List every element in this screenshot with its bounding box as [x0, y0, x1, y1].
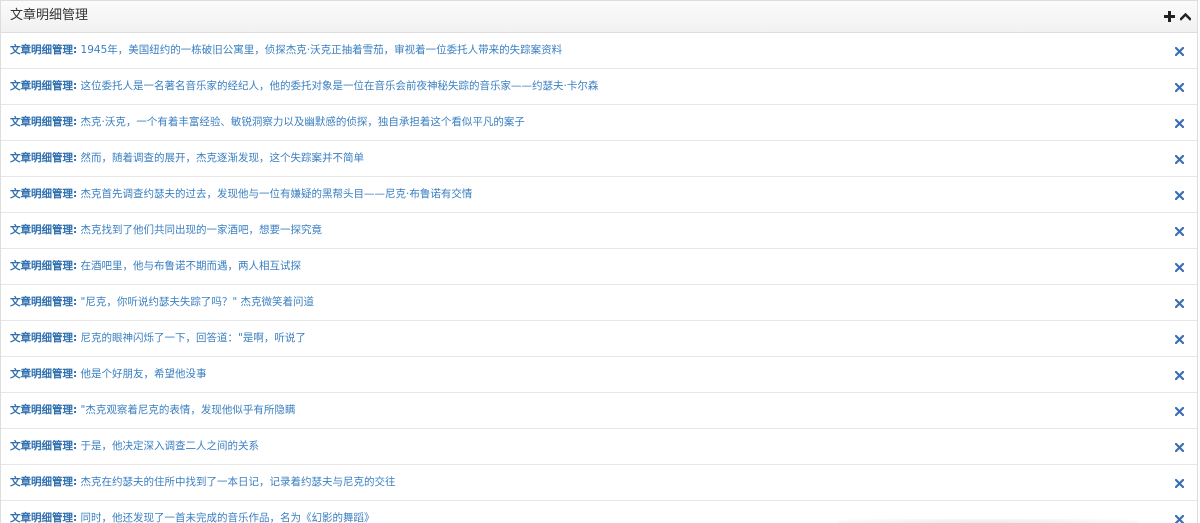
list-item-label: 文章明细管理: — [10, 80, 78, 92]
chevron-up-icon[interactable] — [1177, 6, 1193, 26]
list-item-text[interactable]: 文章明细管理: "杰克观察着尼克的表情，发现他似乎有所隐瞒 — [10, 403, 295, 417]
list-item-content: 1945年，美国纽约的一栋破旧公寓里，侦探杰克·沃克正抽着雪茄，审视着一位委托人… — [77, 44, 563, 56]
list-item-content: 尼克的眼神闪烁了一下，回答道："是啊，听说了 — [77, 332, 306, 344]
list-item-label: 文章明细管理: — [10, 188, 78, 200]
list-item-content: "杰克观察着尼克的表情，发现他似乎有所隐瞒 — [77, 404, 296, 416]
list-item-label: 文章明细管理: — [10, 44, 78, 56]
list-item-label: 文章明细管理: — [10, 404, 78, 416]
list-item-content: 杰克找到了他们共同出现的一家酒吧，想要一探究竟 — [77, 224, 323, 236]
article-detail-panel: 文章明细管理 文章明细管理: 1945年，美国纽约的一栋破旧公寓里，侦探杰克·沃… — [0, 0, 1198, 523]
list-item-text[interactable]: 文章明细管理: 在酒吧里，他与布鲁诺不期而遇，两人相互试探 — [10, 259, 301, 273]
list-item-label: 文章明细管理: — [10, 512, 78, 523]
list-item-label: 文章明细管理: — [10, 116, 78, 128]
list-item[interactable]: 文章明细管理: 同时，他还发现了一首未完成的音乐作品，名为《幻影的舞蹈》 — [1, 501, 1197, 523]
close-icon[interactable] — [1173, 189, 1185, 201]
close-icon[interactable] — [1173, 441, 1185, 453]
list-item-content: 这位委托人是一名著名音乐家的经纪人，他的委托对象是一位在音乐会前夜神秘失踪的音乐… — [77, 80, 599, 92]
list-item[interactable]: 文章明细管理: 1945年，美国纽约的一栋破旧公寓里，侦探杰克·沃克正抽着雪茄，… — [1, 33, 1197, 69]
close-icon[interactable] — [1173, 117, 1185, 129]
list-item-text[interactable]: 文章明细管理: 杰克在约瑟夫的住所中找到了一本日记，记录着约瑟夫与尼克的交往 — [10, 475, 396, 489]
list-item-label: 文章明细管理: — [10, 224, 78, 236]
list-item-text[interactable]: 文章明细管理: 尼克的眼神闪烁了一下，回答道："是啊，听说了 — [10, 331, 306, 345]
list-item[interactable]: 文章明细管理: 杰克在约瑟夫的住所中找到了一本日记，记录着约瑟夫与尼克的交往 — [1, 465, 1197, 501]
list-item-text[interactable]: 文章明细管理: 他是个好朋友，希望他没事 — [10, 367, 207, 381]
close-icon[interactable] — [1173, 405, 1185, 417]
list-item-content: 杰克首先调查约瑟夫的过去，发现他与一位有嫌疑的黑帮头目——尼克·布鲁诺有交情 — [77, 188, 473, 200]
list-item-text[interactable]: 文章明细管理: 同时，他还发现了一首未完成的音乐作品，名为《幻影的舞蹈》 — [10, 511, 375, 523]
list-item-label: 文章明细管理: — [10, 260, 78, 272]
list-item[interactable]: 文章明细管理: 杰克找到了他们共同出现的一家酒吧，想要一探究竟 — [1, 213, 1197, 249]
list-item-text[interactable]: 文章明细管理: 然而，随着调查的展开，杰克逐渐发现，这个失踪案并不简单 — [10, 151, 364, 165]
close-icon[interactable] — [1173, 369, 1185, 381]
list-item-content: 于是，他决定深入调查二人之间的关系 — [77, 440, 260, 452]
list-item-label: 文章明细管理: — [10, 440, 78, 452]
list-item-text[interactable]: 文章明细管理: 于是，他决定深入调查二人之间的关系 — [10, 439, 259, 453]
close-icon[interactable] — [1173, 333, 1185, 345]
list-item[interactable]: 文章明细管理: 尼克的眼神闪烁了一下，回答道："是啊，听说了 — [1, 321, 1197, 357]
list-item-text[interactable]: 文章明细管理: 杰克首先调查约瑟夫的过去，发现他与一位有嫌疑的黑帮头目——尼克·… — [10, 187, 472, 201]
list-item[interactable]: 文章明细管理: 这位委托人是一名著名音乐家的经纪人，他的委托对象是一位在音乐会前… — [1, 69, 1197, 105]
list-item-content: 杰克在约瑟夫的住所中找到了一本日记，记录着约瑟夫与尼克的交往 — [77, 476, 396, 488]
list-item[interactable]: 文章明细管理: 于是，他决定深入调查二人之间的关系 — [1, 429, 1197, 465]
list-item-label: 文章明细管理: — [10, 368, 78, 380]
list-item-content: 他是个好朋友，希望他没事 — [77, 368, 207, 380]
panel-tools — [1161, 6, 1193, 26]
list-item-content: 同时，他还发现了一首未完成的音乐作品，名为《幻影的舞蹈》 — [77, 512, 375, 523]
list-item-content: "尼克，你听说约瑟夫失踪了吗？" 杰克微笑着问道 — [77, 296, 315, 308]
close-icon[interactable] — [1173, 297, 1185, 309]
list-item-label: 文章明细管理: — [10, 476, 78, 488]
panel-title: 文章明细管理 — [10, 8, 89, 23]
list-item[interactable]: 文章明细管理: 杰克·沃克，一个有着丰富经验、敏锐洞察力以及幽默感的侦探，独自承… — [1, 105, 1197, 141]
article-list: 文章明细管理: 1945年，美国纽约的一栋破旧公寓里，侦探杰克·沃克正抽着雪茄，… — [1, 33, 1197, 523]
list-item-label: 文章明细管理: — [10, 332, 78, 344]
close-icon[interactable] — [1173, 81, 1185, 93]
list-item[interactable]: 文章明细管理: 杰克首先调查约瑟夫的过去，发现他与一位有嫌疑的黑帮头目——尼克·… — [1, 177, 1197, 213]
close-icon[interactable] — [1173, 477, 1185, 489]
list-item-content: 在酒吧里，他与布鲁诺不期而遇，两人相互试探 — [77, 260, 302, 272]
list-item[interactable]: 文章明细管理: "尼克，你听说约瑟夫失踪了吗？" 杰克微笑着问道 — [1, 285, 1197, 321]
list-item-label: 文章明细管理: — [10, 296, 78, 308]
list-item[interactable]: 文章明细管理: 他是个好朋友，希望他没事 — [1, 357, 1197, 393]
list-item-text[interactable]: 文章明细管理: 杰克找到了他们共同出现的一家酒吧，想要一探究竟 — [10, 223, 322, 237]
plus-icon[interactable] — [1161, 6, 1177, 26]
list-item-text[interactable]: 文章明细管理: "尼克，你听说约瑟夫失踪了吗？" 杰克微笑着问道 — [10, 295, 314, 309]
close-icon[interactable] — [1173, 513, 1185, 523]
list-item-content: 然而，随着调查的展开，杰克逐渐发现，这个失踪案并不简单 — [77, 152, 365, 164]
close-icon[interactable] — [1173, 225, 1185, 237]
list-item[interactable]: 文章明细管理: "杰克观察着尼克的表情，发现他似乎有所隐瞒 — [1, 393, 1197, 429]
panel-header: 文章明细管理 — [1, 1, 1197, 33]
close-icon[interactable] — [1173, 261, 1185, 273]
list-item-content: 杰克·沃克，一个有着丰富经验、敏锐洞察力以及幽默感的侦探，独自承担着这个看似平凡… — [77, 116, 525, 128]
list-item-text[interactable]: 文章明细管理: 这位委托人是一名著名音乐家的经纪人，他的委托对象是一位在音乐会前… — [10, 79, 598, 93]
close-icon[interactable] — [1173, 153, 1185, 165]
close-icon[interactable] — [1173, 45, 1185, 57]
list-item-text[interactable]: 文章明细管理: 1945年，美国纽约的一栋破旧公寓里，侦探杰克·沃克正抽着雪茄，… — [10, 43, 562, 57]
list-item[interactable]: 文章明细管理: 然而，随着调查的展开，杰克逐渐发现，这个失踪案并不简单 — [1, 141, 1197, 177]
list-item-text[interactable]: 文章明细管理: 杰克·沃克，一个有着丰富经验、敏锐洞察力以及幽默感的侦探，独自承… — [10, 115, 525, 129]
list-item[interactable]: 文章明细管理: 在酒吧里，他与布鲁诺不期而遇，两人相互试探 — [1, 249, 1197, 285]
list-item-label: 文章明细管理: — [10, 152, 78, 164]
